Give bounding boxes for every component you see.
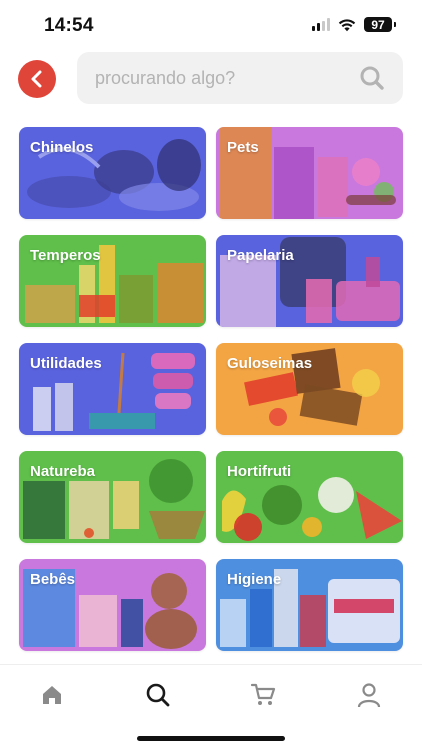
search-input[interactable]	[95, 67, 357, 89]
category-label: Temperos	[30, 247, 101, 264]
category-grid: Chinelos Pets Temperos Papelaria Utilida…	[19, 127, 403, 651]
category-card-utilidades[interactable]: Utilidades	[19, 343, 206, 435]
category-card-hortifruti[interactable]: Hortifruti	[216, 451, 403, 543]
category-card-temperos[interactable]: Temperos	[19, 235, 206, 327]
category-label: Utilidades	[30, 355, 102, 372]
category-card-guloseimas[interactable]: Guloseimas	[216, 343, 403, 435]
category-card-chinelos[interactable]: Chinelos	[19, 127, 206, 219]
wifi-icon	[338, 18, 356, 31]
back-button[interactable]	[18, 60, 56, 98]
search-icon	[146, 683, 170, 707]
category-card-papelaria[interactable]: Papelaria	[216, 235, 403, 327]
home-icon	[43, 686, 61, 704]
user-icon	[357, 683, 381, 708]
category-card-higiene[interactable]: Higiene	[216, 559, 403, 651]
nav-cart[interactable]	[243, 675, 283, 715]
search-icon	[360, 66, 384, 90]
status-bar: 14:54 97	[0, 0, 422, 50]
category-card-natureba[interactable]: Natureba	[19, 451, 206, 543]
category-card-bebes[interactable]: Bebês	[19, 559, 206, 651]
home-indicator	[137, 736, 285, 741]
signal-icon	[312, 18, 330, 31]
status-icons: 97	[312, 17, 396, 32]
top-bar	[0, 50, 422, 106]
category-label: Chinelos	[30, 139, 94, 156]
category-label: Hortifruti	[227, 463, 292, 480]
nav-search[interactable]	[138, 675, 178, 715]
category-label: Guloseimas	[227, 355, 313, 372]
battery-indicator: 97	[364, 17, 396, 32]
category-label: Natureba	[30, 463, 96, 480]
category-label: Pets	[227, 139, 259, 156]
nav-home[interactable]	[32, 675, 72, 715]
chevron-left-icon	[31, 70, 42, 88]
search-bar[interactable]	[77, 52, 403, 104]
cart-icon	[250, 683, 276, 705]
category-card-pets[interactable]: Pets	[216, 127, 403, 219]
category-label: Higiene	[227, 571, 282, 588]
category-label: Papelaria	[227, 247, 294, 264]
status-time: 14:54	[44, 15, 94, 36]
category-label: Bebês	[30, 571, 76, 588]
search-button[interactable]	[357, 63, 387, 93]
nav-profile[interactable]	[349, 675, 389, 715]
